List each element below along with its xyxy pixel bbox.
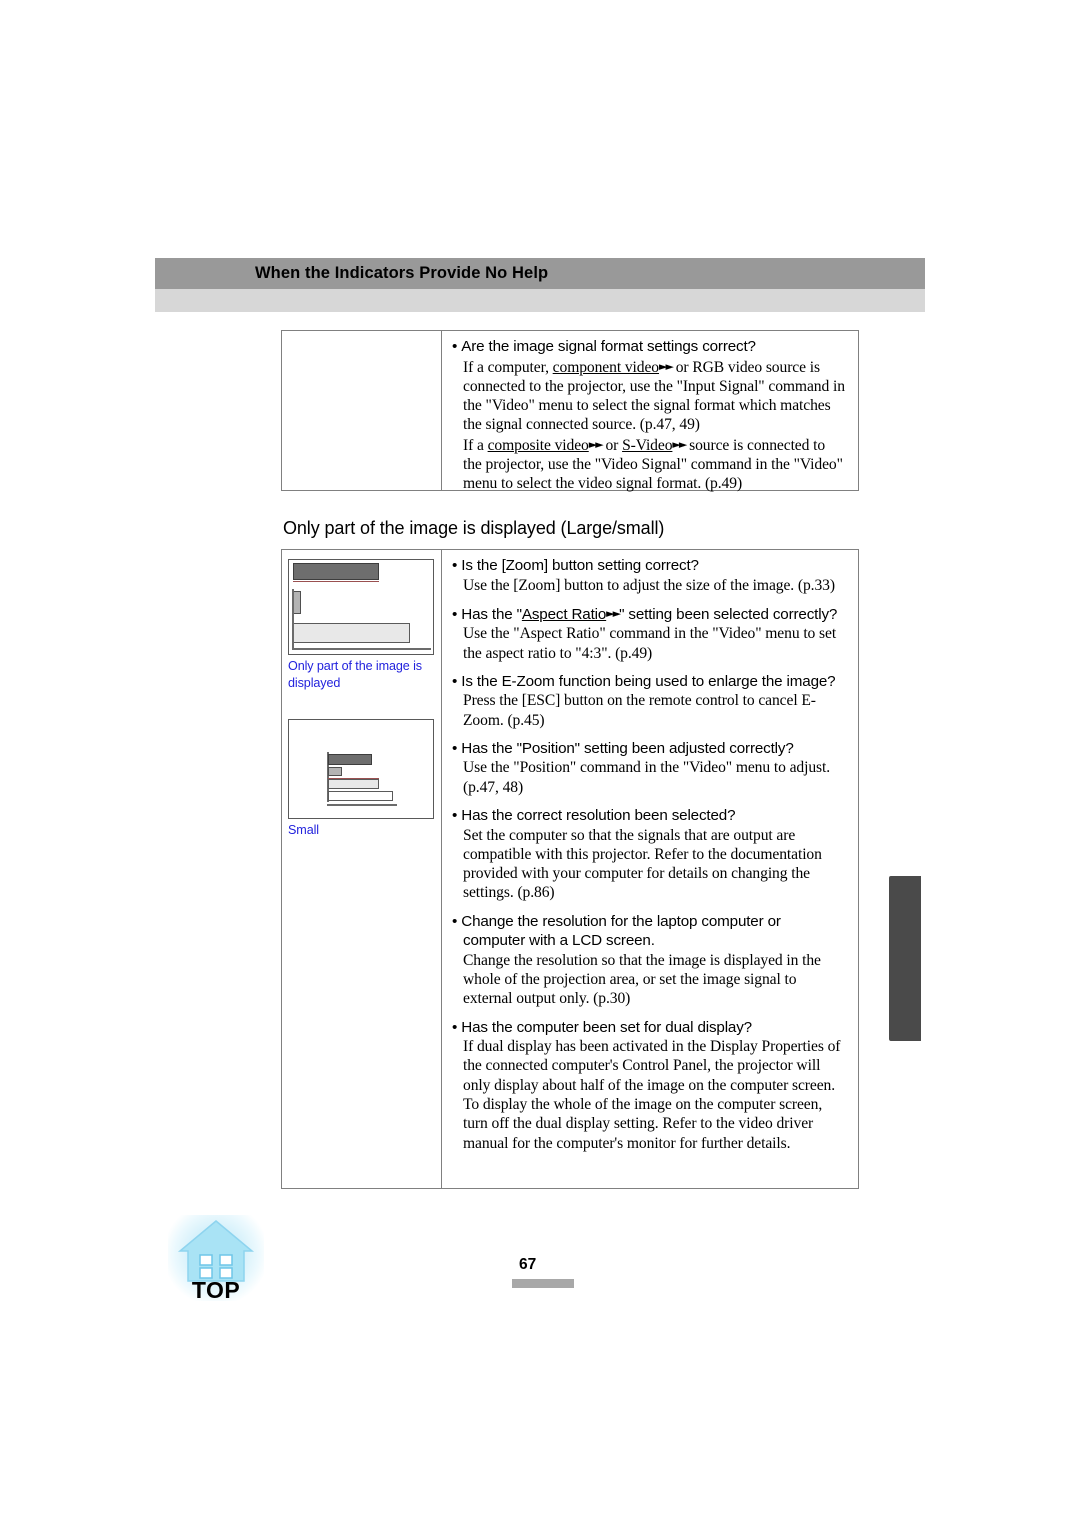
checklist-item-position: • Has the "Position" setting been adjust… <box>452 739 846 797</box>
glossary-arrow-icon: ►► <box>588 437 604 451</box>
checklist-item-e-zoom: • Is the E-Zoom function being used to e… <box>452 672 846 730</box>
chapter-edge-tab <box>889 876 921 1041</box>
checklist-question: • Is the [Zoom] button setting correct? <box>452 557 699 574</box>
illustration-large-example <box>288 559 434 655</box>
checklist-item-dual-display: • Has the computer been set for dual dis… <box>452 1018 846 1153</box>
header-dark-band: When the Indicators Provide No Help <box>155 258 925 289</box>
glossary-link-aspect-ratio[interactable]: Aspect Ratio <box>522 606 606 623</box>
checklist-item-zoom-button: • Is the [Zoom] button setting correct? … <box>452 556 846 595</box>
header-light-band <box>155 289 925 312</box>
page-title: When the Indicators Provide No Help <box>255 264 549 282</box>
checklist-question: • Has the computer been set for dual dis… <box>452 1018 752 1036</box>
illu-s-bar-white <box>328 791 393 801</box>
glossary-link-composite-video[interactable]: composite video <box>488 437 589 454</box>
panel-right-content: • Are the image signal format settings c… <box>442 331 858 492</box>
checklist-item-resolution: • Has the correct resolution been select… <box>452 806 846 903</box>
checklist-column: • Is the [Zoom] button setting correct? … <box>442 550 858 1188</box>
checklist-answer: Use the [Zoom] button to adjust the size… <box>463 576 835 594</box>
checklist-question: • Has the "Aspect Ratio►►" setting been … <box>452 605 838 623</box>
checklist-item-aspect-ratio: • Has the "Aspect Ratio►►" setting been … <box>452 604 846 663</box>
illustration-caption-large: Only part of the image is displayed <box>288 659 422 690</box>
checklist-answer: Change the resolution so that the image … <box>463 951 821 1008</box>
illu-s-bar-small <box>328 767 342 776</box>
checklist-answer: If dual display has been activated in th… <box>463 1038 841 1152</box>
illustration-small-example <box>288 719 434 819</box>
checklist-item-laptop-resolution: • Change the resolution for the laptop c… <box>452 912 846 1009</box>
illu-s-bar-title <box>328 754 372 765</box>
illu-bar-title <box>293 563 379 580</box>
illu-s-rule-bottom <box>327 804 397 806</box>
checklist-answer: Use the "Position" command in the "Video… <box>463 759 831 796</box>
glossary-link-component-video[interactable]: component video <box>553 359 659 376</box>
glossary-arrow-icon: ►► <box>606 606 621 620</box>
illu-s-bar-wide <box>328 779 379 789</box>
checklist-question: • Has the correct resolution been select… <box>452 807 736 825</box>
page-header: When the Indicators Provide No Help <box>155 258 925 312</box>
checklist-item: • Are the image signal format settings c… <box>452 337 846 494</box>
checklist-question: • Are the image signal format settings c… <box>452 338 756 355</box>
illu-rule-left <box>292 589 294 649</box>
page-number-rule <box>512 1279 574 1288</box>
checklist-question: • Has the "Position" setting been adjust… <box>452 739 794 757</box>
checklist-question: • Is the E-Zoom function being used to e… <box>452 672 836 690</box>
signal-format-panel: • Are the image signal format settings c… <box>281 330 859 492</box>
illu-rule-red <box>293 581 379 582</box>
illu-bar-wide <box>293 623 410 643</box>
top-navigation-button[interactable]: TOP <box>160 1215 280 1323</box>
illustration-caption-small: Small <box>288 823 319 837</box>
checklist-answer: Set the computer so that the signals tha… <box>463 826 822 902</box>
illu-rule-bottom <box>292 648 431 650</box>
panel-left-empty-column <box>282 331 442 490</box>
glossary-arrow-icon: ►► <box>672 437 687 451</box>
glossary-link-s-video[interactable]: S-Video <box>622 437 672 454</box>
checklist-answer: Press the [ESC] button on the remote con… <box>463 692 816 729</box>
section-heading: Only part of the image is displayed (Lar… <box>283 518 665 538</box>
illustration-column: Only part of the image is displayed Smal… <box>282 550 442 1188</box>
image-size-troubleshooting-panel: Only part of the image is displayed Smal… <box>281 549 859 1189</box>
checklist-answer: Use the "Aspect Ratio" command in the "V… <box>463 625 837 662</box>
glossary-arrow-icon: ►► <box>659 359 674 373</box>
checklist-answer: If a computer, component video►► or RGB … <box>463 358 845 493</box>
checklist-question: • Change the resolution for the laptop c… <box>452 912 781 950</box>
top-button-label: TOP <box>191 1277 241 1303</box>
page-number: 67 <box>519 1256 537 1273</box>
